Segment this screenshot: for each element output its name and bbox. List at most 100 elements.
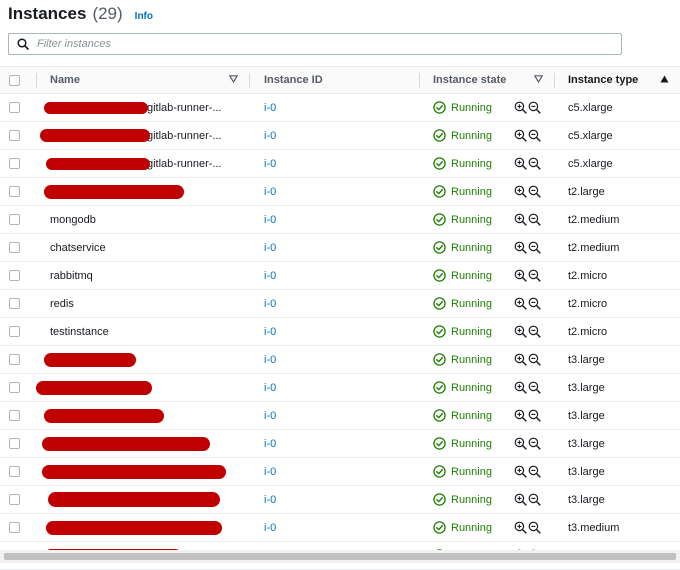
column-divider[interactable] (554, 73, 555, 88)
column-divider[interactable] (249, 73, 250, 88)
row-checkbox[interactable] (9, 382, 20, 393)
zoom-out-icon[interactable] (528, 241, 541, 254)
table-row[interactable]: testinstance i-0 Running t2.micro (0, 318, 680, 346)
row-checkbox[interactable] (9, 158, 20, 169)
column-header-name[interactable]: Name (50, 67, 80, 93)
table-row[interactable]: gitlab-runner-... i-0 Running c5.xlarge (0, 150, 680, 178)
instance-id-link[interactable]: i-0 (264, 486, 276, 513)
zoom-in-icon[interactable] (514, 437, 527, 450)
filter-triangle-icon[interactable] (229, 75, 238, 83)
sort-triangle-icon[interactable] (660, 75, 669, 83)
zoom-in-icon[interactable] (514, 325, 527, 338)
instance-id-link[interactable]: i-0 (264, 234, 276, 261)
table-row[interactable]: rabbitmq i-0 Running t2.micro (0, 262, 680, 290)
table-row[interactable]: i-0 Running t3.large (0, 402, 680, 430)
column-header-instance-id[interactable]: Instance ID (264, 67, 323, 93)
instance-id-link[interactable]: i-0 (264, 458, 276, 485)
row-checkbox[interactable] (9, 354, 20, 365)
filter-instances-input[interactable] (35, 34, 621, 54)
instance-id-link[interactable]: i-0 (264, 178, 276, 205)
zoom-out-icon[interactable] (528, 101, 541, 114)
scrollbar-thumb[interactable] (4, 553, 676, 560)
instance-id-link[interactable]: i-0 (264, 122, 276, 149)
table-row[interactable]: chatservice i-0 Running t2.medium (0, 234, 680, 262)
table-row[interactable]: mongodb i-0 Running t2.medium (0, 206, 680, 234)
instance-id-link[interactable]: i-0 (264, 430, 276, 457)
redaction-mark (46, 158, 150, 170)
table-row[interactable]: i-0 Running t3.large (0, 486, 680, 514)
column-header-instance-type[interactable]: Instance type (568, 67, 638, 93)
horizontal-scrollbar[interactable] (0, 550, 680, 563)
zoom-in-icon[interactable] (514, 269, 527, 282)
zoom-in-icon[interactable] (514, 213, 527, 226)
zoom-out-icon[interactable] (528, 129, 541, 142)
table-row[interactable]: i-0 Running t3.large (0, 374, 680, 402)
row-checkbox[interactable] (9, 214, 20, 225)
zoom-in-icon[interactable] (514, 381, 527, 394)
instance-id-link[interactable]: i-0 (264, 514, 276, 541)
zoom-out-icon[interactable] (528, 213, 541, 226)
zoom-out-icon[interactable] (528, 521, 541, 534)
column-divider[interactable] (36, 73, 37, 88)
zoom-in-icon[interactable] (514, 297, 527, 310)
row-checkbox[interactable] (9, 186, 20, 197)
zoom-controls (514, 458, 541, 485)
zoom-out-icon[interactable] (528, 381, 541, 394)
zoom-out-icon[interactable] (528, 465, 541, 478)
zoom-out-icon[interactable] (528, 353, 541, 366)
row-checkbox[interactable] (9, 242, 20, 253)
row-checkbox[interactable] (9, 326, 20, 337)
row-checkbox[interactable] (9, 438, 20, 449)
zoom-in-icon[interactable] (514, 409, 527, 422)
table-row[interactable]: gitlab-runner-... i-0 Running c5.xlarge (0, 94, 680, 122)
table-row[interactable]: redis i-0 Running t2.micro (0, 290, 680, 318)
zoom-in-icon[interactable] (514, 129, 527, 142)
state-label: Running (451, 381, 492, 394)
zoom-in-icon[interactable] (514, 353, 527, 366)
info-link[interactable]: Info (135, 11, 153, 22)
instance-id-link[interactable]: i-0 (264, 318, 276, 345)
instance-id-link[interactable]: i-0 (264, 346, 276, 373)
instance-id-link[interactable]: i-0 (264, 290, 276, 317)
table-row[interactable]: i-0 Running t2.large (0, 178, 680, 206)
row-checkbox[interactable] (9, 494, 20, 505)
table-row[interactable]: i-0 Running t3.medium (0, 514, 680, 542)
column-header-instance-state[interactable]: Instance state (433, 67, 506, 93)
zoom-out-icon[interactable] (528, 185, 541, 198)
row-checkbox[interactable] (9, 298, 20, 309)
instance-id-link[interactable]: i-0 (264, 262, 276, 289)
filter-triangle-icon[interactable] (534, 75, 543, 83)
column-divider[interactable] (419, 73, 420, 88)
row-checkbox[interactable] (9, 522, 20, 533)
filter-box[interactable] (8, 33, 622, 55)
instance-id-link[interactable]: i-0 (264, 206, 276, 233)
zoom-in-icon[interactable] (514, 185, 527, 198)
zoom-out-icon[interactable] (528, 437, 541, 450)
row-checkbox[interactable] (9, 102, 20, 113)
instance-id-link[interactable]: i-0 (264, 94, 276, 121)
row-checkbox[interactable] (9, 270, 20, 281)
row-checkbox[interactable] (9, 130, 20, 141)
zoom-in-icon[interactable] (514, 521, 527, 534)
zoom-out-icon[interactable] (528, 325, 541, 338)
select-all-checkbox[interactable] (9, 74, 20, 86)
table-row[interactable]: gitlab-runner-... i-0 Running c5.xlarge (0, 122, 680, 150)
zoom-in-icon[interactable] (514, 101, 527, 114)
zoom-in-icon[interactable] (514, 157, 527, 170)
table-row[interactable]: i-0 Running t3.large (0, 458, 680, 486)
table-row[interactable]: i-0 Running t3.large (0, 346, 680, 374)
zoom-out-icon[interactable] (528, 297, 541, 310)
instance-id-link[interactable]: i-0 (264, 374, 276, 401)
instance-id-link[interactable]: i-0 (264, 402, 276, 429)
zoom-out-icon[interactable] (528, 493, 541, 506)
instance-id-link[interactable]: i-0 (264, 150, 276, 177)
row-checkbox[interactable] (9, 466, 20, 477)
zoom-in-icon[interactable] (514, 465, 527, 478)
zoom-out-icon[interactable] (528, 409, 541, 422)
zoom-in-icon[interactable] (514, 241, 527, 254)
zoom-out-icon[interactable] (528, 157, 541, 170)
row-checkbox[interactable] (9, 410, 20, 421)
zoom-in-icon[interactable] (514, 493, 527, 506)
zoom-out-icon[interactable] (528, 269, 541, 282)
table-row[interactable]: i-0 Running t3.large (0, 430, 680, 458)
